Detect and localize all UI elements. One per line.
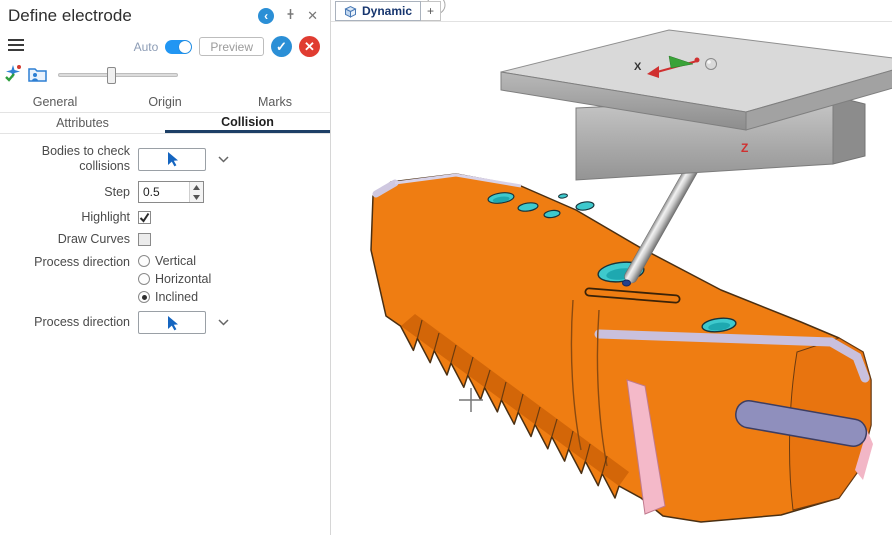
collision-form: Bodies to check collisions Step <box>0 134 330 334</box>
step-down-button[interactable] <box>190 192 203 202</box>
tab-marks[interactable]: Marks <box>220 92 330 112</box>
command-row: Auto Preview ✓ ✕ <box>0 34 330 60</box>
draw-curves-label: Draw Curves <box>0 232 130 247</box>
highlight-checkbox[interactable] <box>138 211 151 224</box>
process-direction-radios: Vertical Horizontal Inclined <box>138 254 330 304</box>
check-icon <box>139 212 150 223</box>
pin-icon[interactable] <box>285 7 296 25</box>
viewport-tab-bar: Dynamic + <box>331 0 892 22</box>
origin-sphere <box>706 59 717 70</box>
tab-collision[interactable]: Collision <box>165 113 330 133</box>
step-up-button[interactable] <box>190 182 203 192</box>
x-axis-label: X <box>634 61 642 73</box>
draw-curves-checkbox[interactable] <box>138 233 151 246</box>
bodies-to-check-label: Bodies to check collisions <box>0 144 130 174</box>
confirm-button[interactable]: ✓ <box>271 36 292 57</box>
cube-icon <box>344 5 357 18</box>
tab-row-1: General Origin Marks <box>0 92 330 113</box>
step-input[interactable] <box>139 182 189 202</box>
cursor-icon <box>166 151 179 167</box>
process-direction-label: Process direction <box>0 254 130 270</box>
chevron-down-icon[interactable] <box>218 156 229 163</box>
electrode-body <box>371 174 873 522</box>
close-icon[interactable]: ✕ <box>307 9 318 23</box>
hole <box>558 193 567 198</box>
electrode-wizard-icon[interactable] <box>3 63 24 89</box>
step-field <box>138 181 204 203</box>
tab-origin[interactable]: Origin <box>110 92 220 112</box>
cursor-icon <box>166 315 179 331</box>
viewport-canvas[interactable]: Z X <box>331 0 892 535</box>
chevron-down-icon[interactable] <box>218 319 229 326</box>
tool-row <box>0 62 330 88</box>
hole <box>576 201 595 211</box>
slider-thumb[interactable] <box>107 67 116 84</box>
load-electrode-icon[interactable] <box>27 63 48 89</box>
tab-row-2: Attributes Collision <box>0 113 330 134</box>
process-direction-pick-label: Process direction <box>0 315 130 330</box>
bodies-pick-button[interactable] <box>138 148 206 171</box>
transparency-slider[interactable] <box>58 73 178 77</box>
viewport: Z X <box>331 0 892 535</box>
panel-header: Define electrode ‹ ✕ <box>0 0 330 30</box>
radio-inclined[interactable]: Inclined <box>138 290 330 304</box>
highlight-label: Highlight <box>0 210 130 225</box>
tab-dynamic-label: Dynamic <box>362 4 412 18</box>
new-view-tab[interactable]: + <box>421 1 441 21</box>
origin-dot <box>695 58 700 63</box>
preview-button[interactable]: Preview <box>199 37 264 56</box>
app-window: Define electrode ‹ ✕ Auto Preview ✓ ✕ <box>0 0 892 535</box>
back-icon[interactable]: ‹ <box>258 8 274 24</box>
z-axis-label: Z <box>741 141 748 155</box>
tab-general[interactable]: General <box>0 92 110 112</box>
radio-horizontal[interactable]: Horizontal <box>138 272 330 286</box>
define-electrode-panel: Define electrode ‹ ✕ Auto Preview ✓ ✕ <box>0 0 331 535</box>
radio-vertical[interactable]: Vertical <box>138 254 330 268</box>
cancel-button[interactable]: ✕ <box>299 36 320 57</box>
step-label: Step <box>0 185 130 200</box>
auto-label: Auto <box>134 40 159 54</box>
tab-attributes[interactable]: Attributes <box>0 113 165 133</box>
menu-icon[interactable] <box>8 39 24 54</box>
tab-dynamic[interactable]: Dynamic <box>335 1 421 21</box>
rod-tip <box>623 280 631 286</box>
sphere-highlight <box>707 60 711 64</box>
auto-toggle[interactable] <box>165 40 192 54</box>
process-direction-pick-button[interactable] <box>138 311 206 334</box>
